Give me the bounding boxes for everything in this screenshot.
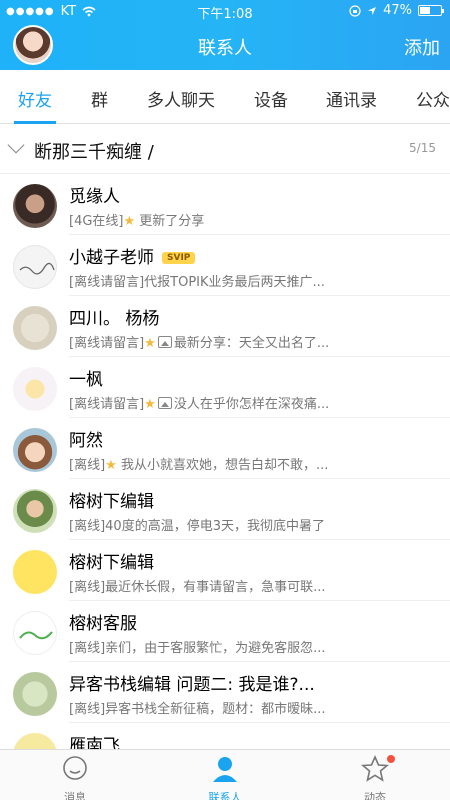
star-outline-icon: [360, 755, 390, 782]
rotation-lock-icon: [349, 4, 361, 17]
contact-name: 异客书栈编辑 问题二: 我是谁?...: [69, 675, 315, 695]
contact-name: 榕树客服: [69, 614, 137, 634]
contact-row[interactable]: 榕树下编辑 [离线]40度的高温，停电3天，我彻底中暑了: [0, 479, 450, 540]
contact-status: [离线请留言]★ 没人在乎你怎样在深夜痛...: [69, 397, 330, 412]
chevron-down-icon: [7, 136, 25, 154]
group-count: 5/15: [409, 141, 436, 155]
contact-status: [离线]40度的高温，停电3天，我彻底中暑了: [69, 519, 325, 534]
contact-status: [离线请留言]★ 最新分享：天全又出名了...: [69, 336, 330, 351]
contact-row[interactable]: 雁南飞: [0, 723, 450, 749]
tab-public-accounts[interactable]: 公众: [416, 86, 450, 111]
contact-status: [离线请留言]代报TOPIK业务最后两天推广...: [69, 275, 325, 290]
avatar: [13, 611, 57, 655]
image-icon: [157, 336, 172, 348]
avatar: [13, 428, 57, 472]
contact-status: [离线]★ 我从小就喜欢她，想告白却不敢，...: [69, 458, 329, 473]
star-icon: ★: [123, 214, 136, 229]
battery-percent: 47%: [383, 3, 412, 18]
contact-name: 榕树下编辑: [69, 553, 154, 573]
nav-contacts-label: 联系人: [208, 791, 242, 800]
avatar: [13, 550, 57, 594]
svip-badge: SVIP: [162, 252, 196, 264]
contact-status: [4G在线]★ 更新了分享: [69, 214, 205, 229]
contact-row[interactable]: 异客书栈编辑 问题二: 我是谁?... [离线]异客书栈全新征稿，题材：都市暧昧…: [0, 662, 450, 723]
page-title: 联系人: [198, 38, 252, 59]
contact-name: 一枫: [69, 370, 103, 390]
image-icon: [157, 397, 172, 409]
tab-address-book[interactable]: 通讯录: [326, 86, 377, 111]
battery-icon: [418, 5, 444, 16]
contact-name: 榕树下编辑: [69, 492, 154, 512]
avatar: [13, 489, 57, 533]
chat-bubble-icon: [63, 756, 87, 780]
contact-row[interactable]: 阿然 [离线]★ 我从小就喜欢她，想告白却不敢，...: [0, 418, 450, 479]
contact-row[interactable]: 小越子老师 SVIP [离线请留言]代报TOPIK业务最后两天推广...: [0, 235, 450, 296]
tab-devices[interactable]: 设备: [254, 86, 288, 111]
contact-name: 阿然: [69, 431, 103, 451]
status-bar: ●●●●● KT 下午1:08 47%: [0, 0, 450, 22]
tab-multi-chat[interactable]: 多人聊天: [147, 86, 215, 111]
contact-list: 觅缘人 [4G在线]★ 更新了分享 小越子老师 SVIP [离线请留言]代报TOP…: [0, 174, 450, 749]
avatar: [13, 184, 57, 228]
nav-activity[interactable]: 动态: [335, 754, 415, 800]
avatar: [13, 245, 57, 289]
contact-row[interactable]: 榕树下编辑 [离线]最近休长假，有事请留言，急事可联...: [0, 540, 450, 601]
contact-status: [离线]异客书栈全新征稿，题材：都市暧昧...: [69, 702, 326, 717]
add-button[interactable]: 添加: [404, 34, 440, 60]
contact-row[interactable]: 觅缘人 [4G在线]★ 更新了分享: [0, 174, 450, 235]
nav-contacts[interactable]: 联系人: [185, 754, 265, 800]
avatar: [13, 306, 57, 350]
bottom-nav: 消息 联系人 动态: [0, 749, 450, 800]
app-header: ●●●●● KT 下午1:08 47% 联系人 添加: [0, 0, 450, 70]
nav-messages[interactable]: 消息: [35, 754, 115, 800]
avatar: [13, 672, 57, 716]
contact-name: 小越子老师 SVIP: [69, 243, 196, 268]
star-icon: ★: [144, 336, 156, 351]
star-icon: ★: [105, 458, 117, 473]
contact-row[interactable]: 一枫 [离线请留言]★ 没人在乎你怎样在深夜痛...: [0, 357, 450, 418]
contacts-icon: [213, 757, 237, 782]
contact-row[interactable]: 四川。 杨杨 [离线请留言]★ 最新分享：天全又出名了...: [0, 296, 450, 357]
tab-friends[interactable]: 好友: [18, 86, 52, 111]
location-icon: [368, 6, 377, 15]
group-name: 断那三千痴缠 /: [34, 142, 154, 163]
tab-groups[interactable]: 群: [91, 86, 108, 111]
friend-group-header[interactable]: 断那三千痴缠 / 5/15: [0, 124, 450, 174]
contact-name: 觅缘人: [69, 187, 120, 207]
contact-row[interactable]: 榕树客服 [离线]亲们，由于客服繁忙，为避免客服忽...: [0, 601, 450, 662]
star-icon: ★: [144, 397, 156, 412]
contact-status: [离线]最近休长假，有事请留言，急事可联...: [69, 580, 326, 595]
nav-messages-label: 消息: [64, 791, 86, 800]
contact-status: [离线]亲们，由于客服繁忙，为避免客服忽...: [69, 641, 326, 656]
avatar: [13, 367, 57, 411]
nav-activity-label: 动态: [364, 791, 386, 800]
contact-name: 雁南飞: [69, 736, 120, 749]
tab-bar: 好友 群 多人聊天 设备 通讯录 公众: [0, 70, 450, 124]
contact-name: 四川。 杨杨: [69, 309, 160, 329]
avatar: [13, 733, 57, 749]
notification-dot: [387, 755, 395, 763]
